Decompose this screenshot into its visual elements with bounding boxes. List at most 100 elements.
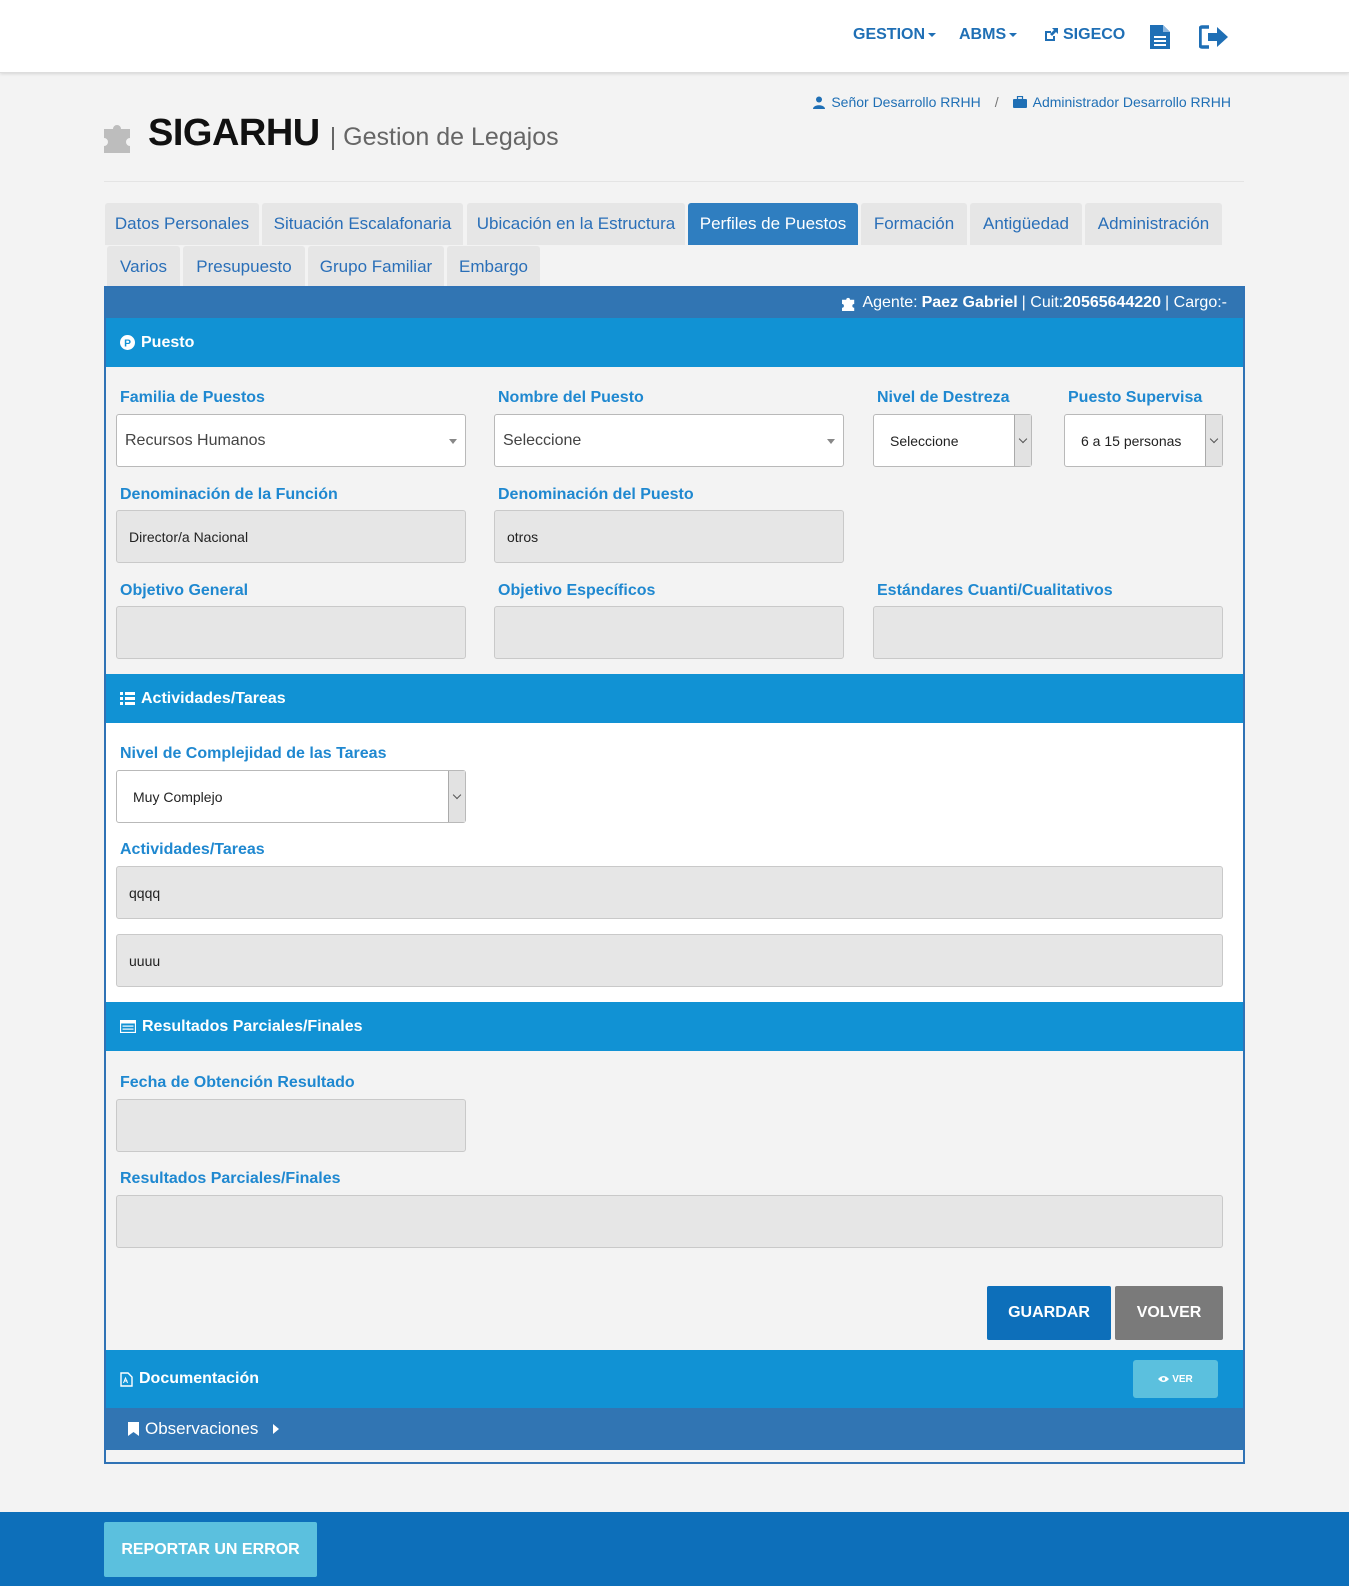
agent-name: Paez Gabriel [921,294,1018,311]
observaciones-toggle[interactable]: Observaciones [106,1408,1243,1450]
user-icon [813,96,826,109]
sign-out-icon [1199,25,1228,49]
breadcrumb-separator: / [994,94,999,110]
pdf-icon [120,1371,133,1387]
puzzle-icon [104,124,130,153]
obj-general-label: Objetivo General [120,582,249,599]
list-icon [120,692,135,705]
nav-abms-label: ABMS [959,26,1007,43]
obj-general-field[interactable] [116,606,466,659]
section-resultados-title: Resultados Parciales/Finales [142,1017,363,1035]
tarea-field-1[interactable]: qqqq [116,866,1223,919]
den-puesto-label: Denominación del Puesto [498,486,694,503]
caret-down-icon [928,33,937,37]
section-puesto-title: Puesto [141,333,195,351]
estandares-label: Estándares Cuanti/Cualitativos [877,582,1113,599]
observaciones-title: Observaciones [145,1419,259,1438]
nav-abms[interactable]: ABMS [959,26,1018,44]
fecha-field[interactable] [116,1099,466,1152]
familia-select[interactable]: Recursos Humanos [116,414,466,467]
section-resultados: Resultados Parciales/Finales [106,1002,1243,1051]
agent-cuit: 20565644220 [1063,294,1162,311]
nav-gestion[interactable]: GESTION [853,26,937,44]
top-navbar: GESTION ABMS SIGECO [0,0,1349,73]
ver-label: VER [1172,1373,1193,1385]
supervisa-select[interactable]: 6 a 15 personas [1064,414,1223,467]
user-role[interactable]: Administrador Desarrollo RRHH [1033,94,1231,110]
den-funcion-field[interactable]: Director/a Nacional [116,510,466,563]
nav-sigeco-label: SIGECO [1063,26,1126,43]
bookmark-icon [128,1422,139,1436]
nombre-puesto-select[interactable]: Seleccione [494,414,844,467]
chevron-down-icon [1205,415,1222,466]
briefcase-icon [1012,96,1027,108]
header-divider [104,181,1244,182]
svg-text:P: P [124,338,131,349]
table-icon [120,1020,136,1033]
section-actividades-title: Actividades/Tareas [141,689,286,707]
section-documentacion: Documentación [106,1350,1243,1408]
chevron-down-icon [1014,415,1031,466]
chevron-down-icon [448,771,465,822]
agent-label: Agente: [862,294,918,311]
den-puesto-value: otros [507,528,539,545]
brand: SIGARHU | Gestion de Legajos [104,112,559,155]
resultados-label: Resultados Parciales/Finales [120,1170,341,1187]
tab-varios[interactable]: Varios [107,246,180,288]
caret-down-icon [1009,33,1018,37]
den-funcion-label: Denominación de la Función [120,486,338,503]
volver-button[interactable]: VOLVER [1115,1286,1223,1340]
eye-icon [1158,1376,1170,1382]
tab-administracion[interactable]: Administración [1085,203,1222,245]
nav-gestion-label: GESTION [853,26,926,43]
reportar-error-button[interactable]: REPORTAR UN ERROR [104,1522,317,1577]
estandares-field[interactable] [873,606,1223,659]
tab-antiguedad[interactable]: Antigüedad [970,203,1082,245]
app-logo: SIGARHU [148,112,320,154]
familia-value: Recursos Humanos [125,431,266,449]
user-breadcrumb: Señor Desarrollo RRHH / Administrador De… [813,94,1231,110]
footer: REPORTAR UN ERROR [0,1512,1349,1586]
tab-presupuesto[interactable]: Presupuesto [183,246,305,288]
document-button[interactable] [1149,24,1171,50]
caret-down-icon [827,439,835,444]
tab-embargo[interactable]: Embargo [447,246,540,288]
den-funcion-value: Director/a Nacional [129,528,249,545]
guardar-button[interactable]: GUARDAR [987,1286,1111,1340]
nombre-puesto-value: Seleccione [503,431,582,449]
tab-perfiles-puestos[interactable]: Perfiles de Puestos [688,203,858,245]
logout-button[interactable] [1199,25,1229,49]
user-name[interactable]: Señor Desarrollo RRHH [831,94,980,110]
tarea-value-2: uuuu [129,952,161,969]
tab-grupo-familiar[interactable]: Grupo Familiar [308,246,444,288]
cuit-label: | Cuit: [1021,294,1064,311]
ver-button[interactable]: VER [1133,1360,1218,1398]
tarea-value-1: qqqq [129,884,161,901]
external-link-icon [1045,28,1058,41]
obj-especificos-label: Objetivo Específicos [498,582,656,599]
document-icon [1150,25,1170,49]
app-subtitle: | Gestion de Legajos [329,123,559,151]
nav-sigeco[interactable]: SIGECO [1043,26,1125,44]
tab-datos-personales[interactable]: Datos Personales [105,203,259,245]
parking-circle-icon: P [120,335,135,350]
tab-situacion-escalafonaria[interactable]: Situación Escalafonaria [262,203,463,245]
tab-formacion[interactable]: Formación [861,203,967,245]
nivel-destreza-label: Nivel de Destreza [877,389,1010,406]
cargo-label: | Cargo:- [1165,294,1227,311]
tab-ubicacion-estructura[interactable]: Ubicación en la Estructura [467,203,685,245]
caret-down-icon [449,439,457,444]
complejidad-select[interactable]: Muy Complejo [116,770,466,823]
complejidad-label: Nivel de Complejidad de las Tareas [120,745,387,762]
nivel-destreza-select[interactable]: Seleccione [873,414,1032,467]
tareas-label: Actividades/Tareas [120,841,265,858]
supervisa-value: 6 a 15 personas [1081,432,1182,449]
supervisa-label: Puesto Supervisa [1068,389,1203,406]
agent-bar: Agente: Paez Gabriel | Cuit: 20565644220 … [106,288,1243,318]
caret-right-icon [273,1424,280,1434]
tarea-field-2[interactable]: uuuu [116,934,1223,987]
den-puesto-field[interactable]: otros [494,510,844,563]
resultados-field[interactable] [116,1195,1223,1248]
section-puesto: P Puesto [106,318,1243,367]
obj-especificos-field[interactable] [494,606,844,659]
